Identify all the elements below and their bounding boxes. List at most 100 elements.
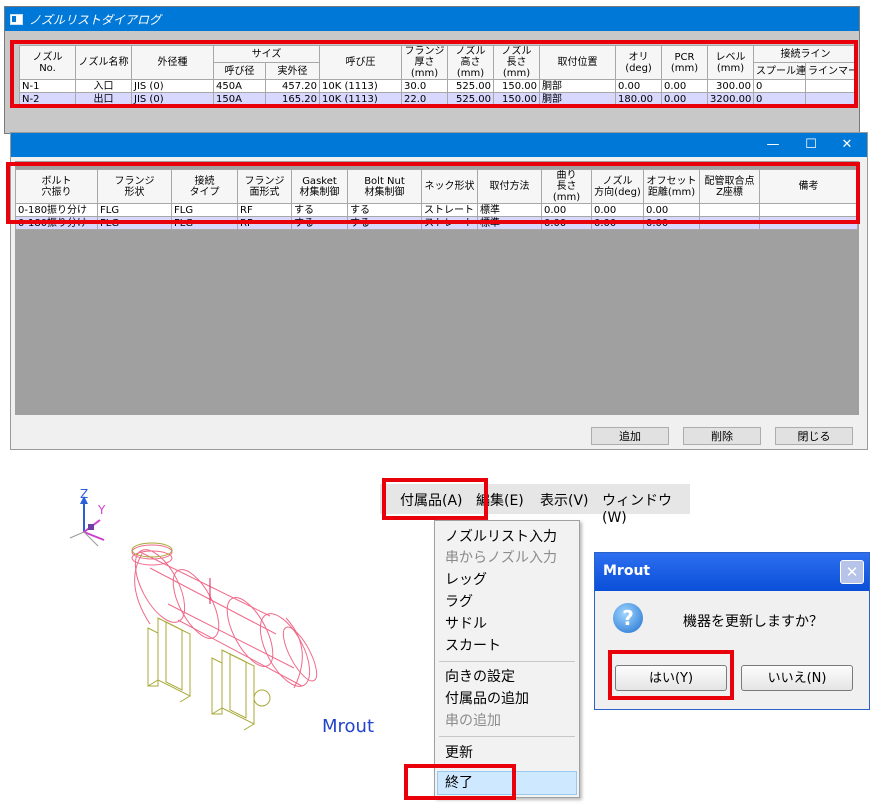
delete-button[interactable]: 削除 [683,427,761,445]
cell[interactable] [759,203,858,217]
table-row[interactable]: 0-180振り分け FLG FLG RF する する ストレート 標準 0.00… [15,216,858,230]
col-pressure[interactable]: 呼び圧 [319,45,403,80]
nozzle-detail-titlebar[interactable]: — ☐ ✕ [11,133,867,157]
cell[interactable]: 0 [753,79,807,93]
cell[interactable]: 10K (1113) [319,79,403,93]
cell[interactable]: 22.0 [401,92,449,106]
cell[interactable] [759,216,858,230]
menu-item-saddle[interactable]: サドル [445,614,487,634]
dialog-titlebar[interactable]: Mrout ✕ [595,553,869,591]
col-spool[interactable]: スプール連 [753,62,807,80]
col-nozzle-no[interactable]: ノズル No. [19,45,76,80]
col-offset[interactable]: オフセット 距離(mm) [643,169,700,204]
cell[interactable]: N-2 [19,92,76,106]
cell[interactable]: 0.00 [591,216,644,230]
cell[interactable]: する [347,216,422,230]
table-row[interactable]: N-1 入口 JIS (0) 450A 457.20 10K (1113) 30… [19,79,859,93]
minimize-button[interactable]: — [755,135,791,155]
cell[interactable]: FLG [171,216,238,230]
cell[interactable]: 457.20 [264,79,321,93]
cell[interactable]: 標準 [477,203,542,217]
cell[interactable]: 0.00 [643,216,700,230]
cell[interactable] [699,203,760,217]
cell[interactable]: 525.00 [447,92,495,106]
cell[interactable]: する [347,203,422,217]
cell[interactable]: 0.00 [643,203,700,217]
col-line-mark[interactable]: ラインマーク [805,62,859,80]
nozzle-list-titlebar[interactable]: ノズルリストダイアログ [5,7,859,31]
cell[interactable]: 3200.00 [707,92,755,106]
col-bolt-nut[interactable]: Bolt Nut 材集制御 [347,169,422,204]
cell[interactable]: N-1 [19,79,76,93]
col-bend[interactable]: 曲り 長さ(mm) [541,169,592,204]
cell[interactable]: する [291,216,348,230]
menu-view[interactable]: 表示(V) [540,490,589,510]
menu-item-update[interactable]: 更新 [445,743,473,763]
menu-item-exit[interactable]: 終了 [445,773,473,793]
menu-item-leg[interactable]: レッグ [445,570,487,590]
cell[interactable]: 胴部 [539,92,617,106]
cell[interactable]: RF [237,216,292,230]
cell[interactable]: 0.00 [615,79,663,93]
menu-item-skirt[interactable]: スカート [445,636,501,656]
col-nozzle-height[interactable]: ノズル 高さ(mm) [447,45,495,80]
col-nozzle-name[interactable]: ノズル名称 [75,45,132,80]
menu-item-add-attachment[interactable]: 付属品の追加 [445,689,529,709]
cell[interactable]: JIS (0) [131,92,214,106]
close-button[interactable]: ✕ [829,135,865,155]
col-od-type[interactable]: 外径種 [131,45,214,80]
col-position[interactable]: 取付位置 [539,45,617,80]
close-dialog-button[interactable]: 閉じる [775,427,853,445]
cell[interactable]: 525.00 [447,79,495,93]
col-pcr[interactable]: PCR (mm) [661,45,709,80]
col-conn-line[interactable]: 接続ライン [753,45,859,63]
cell[interactable]: 180.00 [615,92,663,106]
cell[interactable]: 10K (1113) [319,92,403,106]
cell[interactable]: 標準 [477,216,542,230]
cell[interactable]: 胴部 [539,79,617,93]
maximize-button[interactable]: ☐ [793,135,829,155]
cell[interactable]: 0.00 [541,203,592,217]
cell[interactable]: FLG [97,203,172,217]
dialog-close-icon[interactable]: ✕ [840,560,864,584]
cell[interactable]: 0 [753,92,807,106]
col-neck[interactable]: ネック形状 [421,169,478,204]
col-dir[interactable]: ノズル 方向(deg) [591,169,644,204]
cell[interactable]: 出口 [75,92,132,106]
col-ori[interactable]: オリ (deg) [615,45,663,80]
menu-edit[interactable]: 編集(E) [476,490,524,510]
cell[interactable]: 0.00 [541,216,592,230]
col-flange-thk[interactable]: フランジ 厚さ(mm) [401,45,449,80]
col-conn-type[interactable]: 接続 タイプ [171,169,238,204]
cell[interactable]: 0-180振り分け [15,216,98,230]
col-pipe-z[interactable]: 配管取合点 Z座標 [699,169,760,204]
cell[interactable]: 150.00 [493,92,541,106]
col-nominal[interactable]: 呼び径 [213,62,266,80]
cell[interactable]: 150.00 [493,79,541,93]
col-note[interactable]: 備考 [759,169,858,204]
cell[interactable]: FLG [97,216,172,230]
cell[interactable]: 150A [213,92,266,106]
col-bolt[interactable]: ボルト 穴振り [15,169,98,204]
cell[interactable]: 450A [213,79,266,93]
cell[interactable]: RF [237,203,292,217]
menu-window[interactable]: ウィンドウ(W) [602,490,690,526]
col-face-type[interactable]: フランジ 面形式 [237,169,292,204]
cell[interactable] [805,79,859,93]
cell[interactable]: 165.20 [264,92,321,106]
cell[interactable] [699,216,760,230]
cell[interactable]: ストレート [421,203,478,217]
menu-item-lug[interactable]: ラグ [445,592,473,612]
cell[interactable]: 0-180振り分け [15,203,98,217]
cell[interactable]: 0.00 [591,203,644,217]
cell[interactable]: 0.00 [661,79,709,93]
cell[interactable]: 300.00 [707,79,755,93]
table-row[interactable]: N-2 出口 JIS (0) 150A 165.20 10K (1113) 22… [19,92,859,106]
table-row[interactable]: 0-180振り分け FLG FLG RF する する ストレート 標準 0.00… [15,203,858,217]
col-actual-od[interactable]: 実外径 [264,62,321,80]
cell[interactable]: JIS (0) [131,79,214,93]
col-size[interactable]: サイズ [212,45,321,63]
col-method[interactable]: 取付方法 [477,169,542,204]
cell[interactable]: 30.0 [401,79,449,93]
add-button[interactable]: 追加 [591,427,669,445]
